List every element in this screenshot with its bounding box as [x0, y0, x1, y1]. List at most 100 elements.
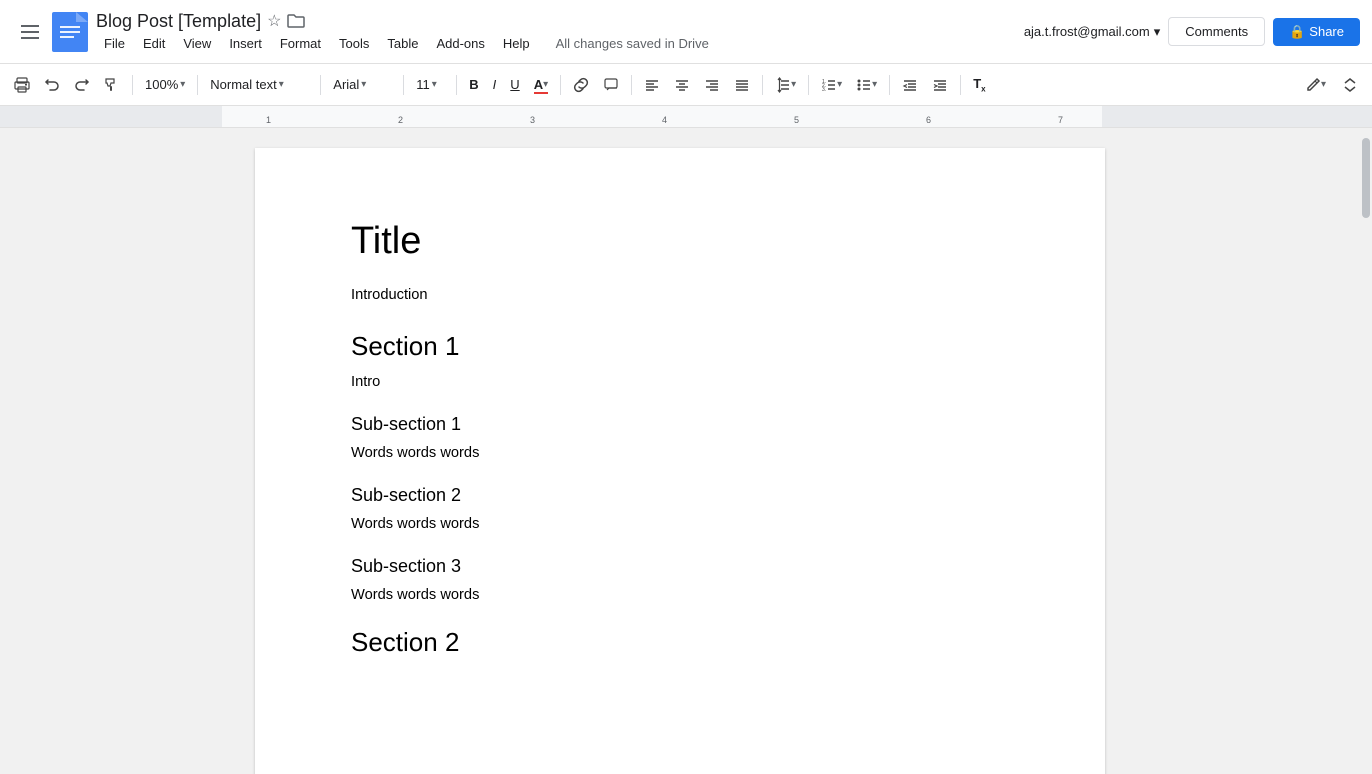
align-right-button[interactable]: [698, 73, 726, 97]
ruler-tick-6: 6: [926, 115, 931, 125]
subsection-3-body[interactable]: Words words words: [351, 587, 1009, 603]
clear-format-button[interactable]: Tx: [967, 72, 991, 98]
section-1-body[interactable]: Intro: [351, 374, 1009, 390]
font-size-dropdown[interactable]: 11 ▾: [410, 74, 450, 95]
ruler-tick-7: 7: [1058, 115, 1063, 125]
menu-file[interactable]: File: [96, 34, 133, 53]
comment-icon: [603, 77, 619, 93]
text-color-chevron: ▾: [543, 79, 548, 90]
link-button[interactable]: [567, 73, 595, 97]
menu-format[interactable]: Format: [272, 34, 329, 53]
line-spacing-icon: [775, 77, 791, 93]
redo-button[interactable]: [68, 73, 96, 97]
undo-button[interactable]: [38, 73, 66, 97]
text-color-bar: [534, 92, 548, 94]
subsection-2-heading[interactable]: Sub-section 2: [351, 485, 1009, 506]
align-left-button[interactable]: [638, 73, 666, 97]
docs-logo: [52, 12, 88, 52]
paint-format-button[interactable]: [98, 73, 126, 97]
ruler-tick-2: 2: [398, 115, 403, 125]
doc-area[interactable]: Title Introduction Section 1 Intro Sub-s…: [0, 128, 1360, 774]
toolbar: 100% ▾ Normal text ▾ Arial ▾ 11 ▾ B I U …: [0, 64, 1372, 106]
numbered-list-button[interactable]: 1.2.3. ▾: [815, 73, 848, 97]
ruler-tick-5: 5: [794, 115, 799, 125]
sep4: [403, 75, 404, 95]
ruler-right-margin: [1102, 106, 1372, 127]
print-icon: [14, 77, 30, 93]
ruler-tick-3: 3: [530, 115, 535, 125]
folder-icon[interactable]: [287, 14, 305, 28]
subsection-2-body[interactable]: Words words words: [351, 516, 1009, 532]
line-spacing-button[interactable]: ▾: [769, 73, 802, 97]
font-size-chevron: ▾: [432, 79, 437, 90]
ruler-left-margin: [0, 106, 222, 127]
undo-icon: [44, 77, 60, 93]
redo-icon: [74, 77, 90, 93]
scrollbar-thumb[interactable]: [1362, 138, 1370, 218]
page[interactable]: Title Introduction Section 1 Intro Sub-s…: [255, 148, 1105, 774]
section-1-heading[interactable]: Section 1: [351, 331, 1009, 362]
pen-button[interactable]: ▾: [1299, 73, 1332, 97]
font-chevron: ▾: [361, 79, 366, 90]
subsection-1-body[interactable]: Words words words: [351, 445, 1009, 461]
menu-addons[interactable]: Add-ons: [428, 34, 492, 53]
align-justify-icon: [734, 77, 750, 93]
scrollbar-track[interactable]: [1360, 128, 1372, 774]
ruler-inner: 1 2 3 4 5 6 7: [222, 106, 1102, 127]
italic-button[interactable]: I: [487, 73, 503, 96]
align-justify-button[interactable]: [728, 73, 756, 97]
hamburger-menu[interactable]: [12, 14, 48, 50]
doc-title[interactable]: Blog Post [Template]: [96, 11, 261, 32]
style-value: Normal text: [210, 77, 276, 92]
align-center-icon: [674, 77, 690, 93]
document-title[interactable]: Title: [351, 220, 1009, 263]
text-color-button[interactable]: A ▾: [528, 73, 554, 96]
menu-tools[interactable]: Tools: [331, 34, 377, 53]
sep8: [762, 75, 763, 95]
title-area: Blog Post [Template] ☆ File Edit View In…: [96, 11, 709, 53]
menu-insert[interactable]: Insert: [221, 34, 270, 53]
font-value: Arial: [333, 77, 359, 92]
style-chevron: ▾: [279, 79, 284, 90]
svg-text:3.: 3.: [822, 87, 826, 93]
numbered-list-chevron: ▾: [837, 79, 842, 90]
underline-button[interactable]: U: [504, 73, 525, 96]
subsection-3-heading[interactable]: Sub-section 3: [351, 556, 1009, 577]
collapse-toolbar-button[interactable]: [1336, 73, 1364, 97]
increase-indent-icon: [932, 77, 948, 93]
sep9: [808, 75, 809, 95]
bold-button[interactable]: B: [463, 73, 484, 96]
sep11: [960, 75, 961, 95]
comment-button[interactable]: [597, 73, 625, 97]
bullet-list-chevron: ▾: [872, 79, 877, 90]
menu-bar: File Edit View Insert Format Tools Table…: [96, 34, 709, 53]
font-dropdown[interactable]: Arial ▾: [327, 74, 397, 95]
menu-view[interactable]: View: [175, 34, 219, 53]
subsection-1-heading[interactable]: Sub-section 1: [351, 414, 1009, 435]
comments-button[interactable]: Comments: [1168, 17, 1265, 46]
align-center-button[interactable]: [668, 73, 696, 97]
ruler-tick-1: 1: [266, 115, 271, 125]
menu-edit[interactable]: Edit: [135, 34, 173, 53]
bullet-list-icon: [856, 77, 872, 93]
sep6: [560, 75, 561, 95]
document-intro[interactable]: Introduction: [351, 287, 1009, 303]
star-icon[interactable]: ☆: [267, 11, 281, 31]
top-bar-right: aja.t.frost@gmail.com ▾ Comments 🔒 Share: [1024, 17, 1360, 46]
share-button[interactable]: 🔒 Share: [1273, 18, 1360, 46]
decrease-indent-button[interactable]: [896, 73, 924, 97]
section-2-heading[interactable]: Section 2: [351, 627, 1009, 658]
sep2: [197, 75, 198, 95]
bullet-list-button[interactable]: ▾: [850, 73, 883, 97]
menu-table[interactable]: Table: [379, 34, 426, 53]
save-status: All changes saved in Drive: [556, 36, 709, 51]
menu-help[interactable]: Help: [495, 34, 538, 53]
align-right-icon: [704, 77, 720, 93]
print-button[interactable]: [8, 73, 36, 97]
font-size-value: 11: [416, 77, 430, 92]
link-icon: [573, 77, 589, 93]
user-email[interactable]: aja.t.frost@gmail.com ▾: [1024, 24, 1160, 40]
increase-indent-button[interactable]: [926, 73, 954, 97]
zoom-dropdown[interactable]: 100% ▾: [139, 74, 191, 95]
style-dropdown[interactable]: Normal text ▾: [204, 74, 314, 95]
